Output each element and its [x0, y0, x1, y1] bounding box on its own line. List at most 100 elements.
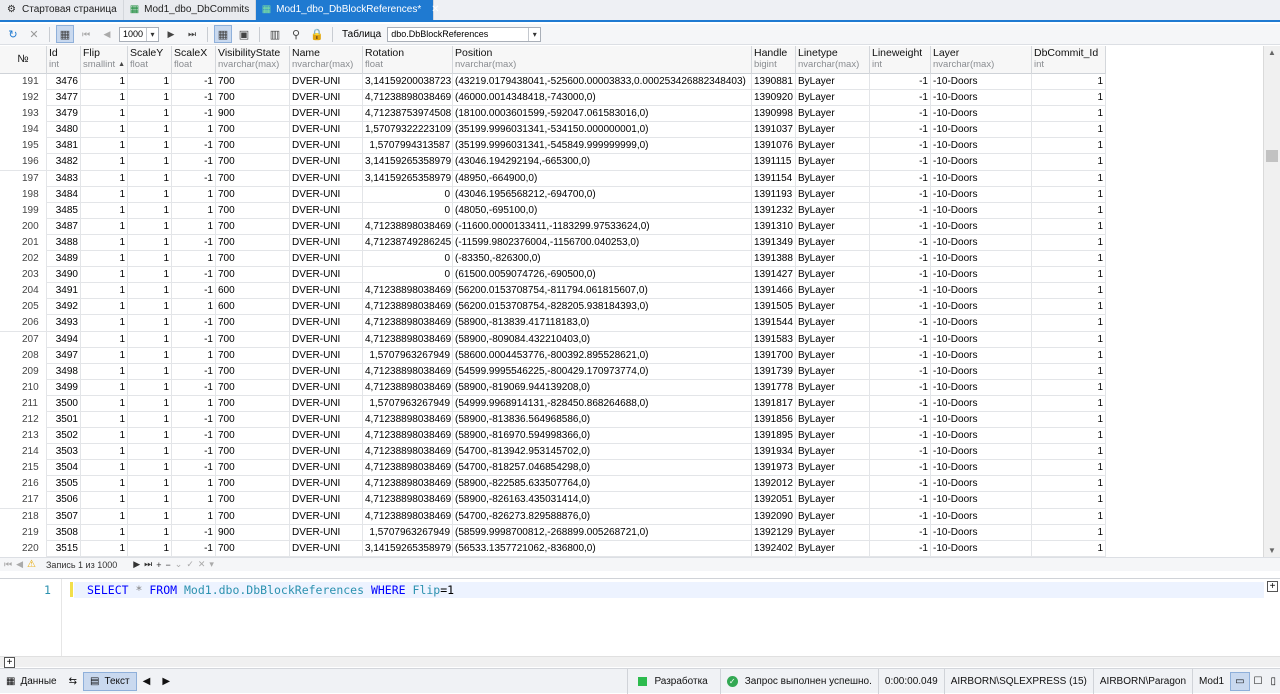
table-row[interactable]: 213 3502 1 1 -1 700 DVER-UNI 4,71238898038469 (5… [0, 428, 1106, 445]
table-cell[interactable]: 4,71238753974508 [363, 106, 453, 123]
table-cell[interactable]: -10-Doors [931, 299, 1032, 316]
table-cell[interactable]: 1 [128, 460, 172, 477]
table-cell[interactable]: ByLayer [796, 299, 870, 316]
table-cell[interactable]: ByLayer [796, 379, 870, 396]
table-cell[interactable]: (46000.0014348418,-743000,0) [453, 90, 752, 107]
next-page-button[interactable]: ▶ [162, 25, 180, 43]
table-cell[interactable]: 700 [216, 122, 290, 139]
table-cell[interactable]: (58900,-809084.432210403,0) [453, 331, 752, 348]
table-cell[interactable]: 0 [363, 251, 453, 268]
table-cell[interactable]: 1 [1032, 234, 1106, 251]
table-cell[interactable]: -10-Doors [931, 186, 1032, 203]
tab-dbblockreferences[interactable]: ▦ Mod1_dbo_DbBlockReferences* ✕ [255, 0, 440, 20]
table-cell[interactable]: DVER-UNI [290, 283, 363, 300]
table-cell[interactable]: 1 [128, 170, 172, 187]
table-cell[interactable]: 1390881 [752, 74, 796, 90]
table-cell[interactable]: (56533.1357721062,-836800,0) [453, 540, 752, 557]
table-cell[interactable]: -1 [870, 202, 931, 219]
table-cell[interactable]: 1 [81, 283, 128, 300]
table-cell[interactable]: 1 [128, 444, 172, 461]
table-cell[interactable]: -1 [172, 138, 216, 155]
edit-record-button[interactable]: ⌄ [175, 559, 183, 570]
column-header-flip[interactable]: Flip smallint ▲ [81, 46, 128, 74]
table-cell[interactable]: -10-Doors [931, 444, 1032, 461]
table-cell[interactable]: 1 [172, 347, 216, 364]
table-cell[interactable]: -10-Doors [931, 234, 1032, 251]
swap-icon[interactable]: ⇆ [63, 669, 83, 694]
table-cell[interactable]: ByLayer [796, 74, 870, 90]
table-cell[interactable]: -10-Doors [931, 90, 1032, 107]
table-cell[interactable]: -1 [870, 122, 931, 139]
next-result-button[interactable]: ▶ [156, 669, 176, 694]
table-cell[interactable]: 700 [216, 234, 290, 251]
table-cell[interactable]: -1 [870, 331, 931, 348]
cancel-button[interactable]: ✕ [25, 25, 43, 43]
column-header-rotation[interactable]: Rotation float [363, 46, 453, 74]
table-row[interactable]: 212 3501 1 1 -1 700 DVER-UNI 4,71238898038469 (5… [0, 411, 1106, 429]
add-record-button[interactable]: + [156, 560, 161, 570]
table-cell[interactable]: 900 [216, 106, 290, 123]
table-cell[interactable]: 1 [128, 315, 172, 332]
table-cell[interactable]: (35199.9996031341,-534150.000000001,0) [453, 122, 752, 139]
column-header-linetype[interactable]: Linetype nvarchar(max) [796, 46, 870, 74]
zoom-plus-icon[interactable]: + [4, 657, 15, 668]
table-cell[interactable]: 4,71238749286245 [363, 234, 453, 251]
table-cell[interactable]: 3508 [47, 524, 81, 541]
table-cell[interactable]: 3,14159265358979 [363, 170, 453, 187]
table-cell[interactable]: -10-Doors [931, 267, 1032, 284]
table-cell[interactable]: 1,5707994313587 [363, 138, 453, 155]
table-cell[interactable]: 1 [1032, 299, 1106, 316]
table-cell[interactable]: (58900,-816970.594998366,0) [453, 428, 752, 445]
table-cell[interactable]: DVER-UNI [290, 492, 363, 509]
table-cell[interactable]: DVER-UNI [290, 251, 363, 268]
table-cell[interactable]: (43046.1956568212,-694700,0) [453, 186, 752, 203]
table-cell[interactable]: 1 [1032, 106, 1106, 123]
table-cell[interactable]: DVER-UNI [290, 299, 363, 316]
table-cell[interactable]: 1 [81, 444, 128, 461]
table-cell[interactable]: (43219.0179438041,-525600.00003833,0.000… [453, 74, 752, 90]
table-cell[interactable]: 1 [1032, 170, 1106, 187]
table-cell[interactable]: 1 [1032, 138, 1106, 155]
tab-dbcommits[interactable]: ▦ Mod1_dbo_DbCommits [123, 0, 256, 20]
table-cell[interactable]: 4,71238898038469 [363, 492, 453, 509]
table-cell[interactable]: 1391817 [752, 395, 796, 412]
table-cell[interactable]: 1 [172, 476, 216, 493]
table-cell[interactable]: 3,14159265358979 [363, 540, 453, 557]
table-row[interactable]: 200 3487 1 1 1 700 DVER-UNI 4,71238898038469 (-1… [0, 218, 1106, 235]
table-cell[interactable]: -1 [172, 331, 216, 348]
table-cell[interactable]: 1 [81, 170, 128, 187]
table-cell[interactable]: 1 [172, 492, 216, 509]
table-cell[interactable]: 3500 [47, 395, 81, 412]
table-cell[interactable]: 700 [216, 540, 290, 557]
table-row[interactable]: 209 3498 1 1 -1 700 DVER-UNI 4,71238898038469 (5… [0, 363, 1106, 380]
table-cell[interactable]: 1 [128, 234, 172, 251]
table-cell[interactable]: 1 [1032, 347, 1106, 364]
table-cell[interactable]: -1 [870, 90, 931, 107]
table-cell[interactable]: 700 [216, 460, 290, 477]
table-cell[interactable]: 1392012 [752, 476, 796, 493]
table-cell[interactable]: 1391934 [752, 444, 796, 461]
table-cell[interactable]: -10-Doors [931, 411, 1032, 428]
table-cell[interactable]: (48050,-695100,0) [453, 202, 752, 219]
table-cell[interactable]: 3501 [47, 411, 81, 428]
sql-text[interactable]: SELECT * FROM Mod1.dbo.DbBlockReferences… [87, 583, 454, 597]
table-cell[interactable]: 700 [216, 379, 290, 396]
table-row[interactable]: 207 3494 1 1 -1 700 DVER-UNI 4,71238898038469 (5… [0, 331, 1106, 348]
table-cell[interactable]: 3505 [47, 476, 81, 493]
table-cell[interactable]: -10-Doors [931, 428, 1032, 445]
table-cell[interactable]: ByLayer [796, 138, 870, 155]
table-cell[interactable]: -1 [870, 347, 931, 364]
table-select[interactable]: dbo.DbBlockReferences ▾ [387, 26, 542, 42]
table-cell[interactable]: 4,71238898038469 [363, 299, 453, 316]
table-row[interactable]: 193 3479 1 1 -1 900 DVER-UNI 4,71238753974508 (1… [0, 106, 1106, 123]
table-cell[interactable]: -1 [172, 444, 216, 461]
table-cell[interactable]: 700 [216, 508, 290, 525]
table-cell[interactable]: 1 [81, 411, 128, 428]
table-cell[interactable]: 1 [81, 331, 128, 348]
table-cell[interactable]: -1 [172, 170, 216, 187]
table-cell[interactable]: 700 [216, 202, 290, 219]
table-cell[interactable]: 3484 [47, 186, 81, 203]
table-cell[interactable]: ByLayer [796, 202, 870, 219]
table-cell[interactable]: 4,71238898038469 [363, 331, 453, 348]
table-cell[interactable]: DVER-UNI [290, 234, 363, 251]
